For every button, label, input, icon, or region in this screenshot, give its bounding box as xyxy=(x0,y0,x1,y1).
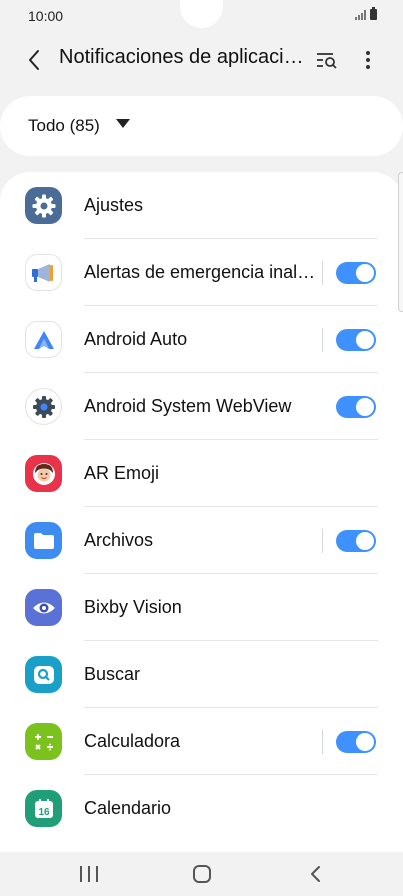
list-item-bixby-vision[interactable]: Bixby Vision xyxy=(0,574,403,641)
list-item-label: Alertas de emergencia inalámbricas xyxy=(84,262,320,282)
status-icons xyxy=(355,7,377,20)
back-button[interactable] xyxy=(20,46,48,74)
home-button[interactable] xyxy=(193,865,211,883)
separator xyxy=(322,328,323,352)
list-item-archivos[interactable]: Archivos xyxy=(0,507,403,574)
list-item-alertas[interactable]: Alertas de emergencia inalámbricas xyxy=(0,239,403,306)
settings-gear-icon xyxy=(25,187,62,224)
calculator-icon xyxy=(25,723,62,760)
list-item-label: Android System WebView xyxy=(84,396,292,416)
separator xyxy=(322,730,323,754)
screen: 10:00 Notificaciones de aplicaciones Tod… xyxy=(0,0,403,896)
separator xyxy=(322,529,323,553)
status-bar: 10:00 xyxy=(0,0,403,32)
navigation-bar xyxy=(0,852,403,896)
calendar-icon: 16 xyxy=(25,790,62,827)
search-button[interactable] xyxy=(312,46,342,74)
more-options-button[interactable] xyxy=(356,46,380,74)
list-search-icon xyxy=(317,53,337,69)
list-item-label: Calendario xyxy=(84,798,172,818)
webview-gear-icon xyxy=(25,388,62,425)
signal-icon xyxy=(355,10,366,20)
list-item-webview[interactable]: Android System WebView xyxy=(0,373,403,440)
android-auto-icon xyxy=(25,321,62,358)
recent-apps-button[interactable] xyxy=(80,866,98,882)
list-item-android-auto[interactable]: Android Auto xyxy=(0,306,403,373)
list-item-calendario[interactable]: 16 Calendario xyxy=(0,775,403,842)
page-title: Notificaciones de aplicaciones xyxy=(59,46,309,68)
notification-toggle[interactable] xyxy=(336,262,376,284)
search-app-icon xyxy=(25,656,62,693)
notification-toggle[interactable] xyxy=(336,731,376,753)
filter-label: Todo (85) xyxy=(28,116,100,135)
status-time: 10:00 xyxy=(28,8,64,24)
more-vertical-icon xyxy=(366,51,370,69)
separator xyxy=(322,261,323,285)
list-item-label: Android Auto xyxy=(84,329,188,349)
battery-icon xyxy=(370,7,377,20)
chevron-left-icon xyxy=(29,50,39,70)
nav-back-button[interactable] xyxy=(306,864,326,884)
scrollbar[interactable] xyxy=(398,172,403,312)
notification-toggle[interactable] xyxy=(336,530,376,552)
list-item-label: Buscar xyxy=(84,664,141,684)
app-bar: Notificaciones de aplicaciones xyxy=(0,34,403,86)
list-item-label: Bixby Vision xyxy=(84,597,182,617)
calendar-day: 16 xyxy=(38,807,50,818)
list-item-ar-emoji[interactable]: AR Emoji xyxy=(0,440,403,507)
ar-emoji-icon xyxy=(25,455,62,492)
list-item-label: AR Emoji xyxy=(84,463,160,483)
megaphone-icon xyxy=(25,254,62,291)
list-item-ajustes[interactable]: Ajustes xyxy=(0,172,403,239)
eye-icon xyxy=(25,589,62,626)
caret-down-icon xyxy=(116,119,130,128)
list-item-label: Ajustes xyxy=(84,195,144,215)
camera-notch xyxy=(180,0,223,28)
nav-back-icon xyxy=(311,866,320,882)
folder-icon xyxy=(25,522,62,559)
filter-dropdown[interactable]: Todo (85) xyxy=(0,96,403,156)
list-item-label: Archivos xyxy=(84,530,154,550)
list-item-label: Calculadora xyxy=(84,731,181,751)
list-item-calculadora[interactable]: Calculadora xyxy=(0,708,403,775)
list-item-buscar[interactable]: Buscar xyxy=(0,641,403,708)
notification-toggle[interactable] xyxy=(336,396,376,418)
notification-toggle[interactable] xyxy=(336,329,376,351)
app-list: Ajustes Alertas de emergencia inalámbric… xyxy=(0,172,403,852)
